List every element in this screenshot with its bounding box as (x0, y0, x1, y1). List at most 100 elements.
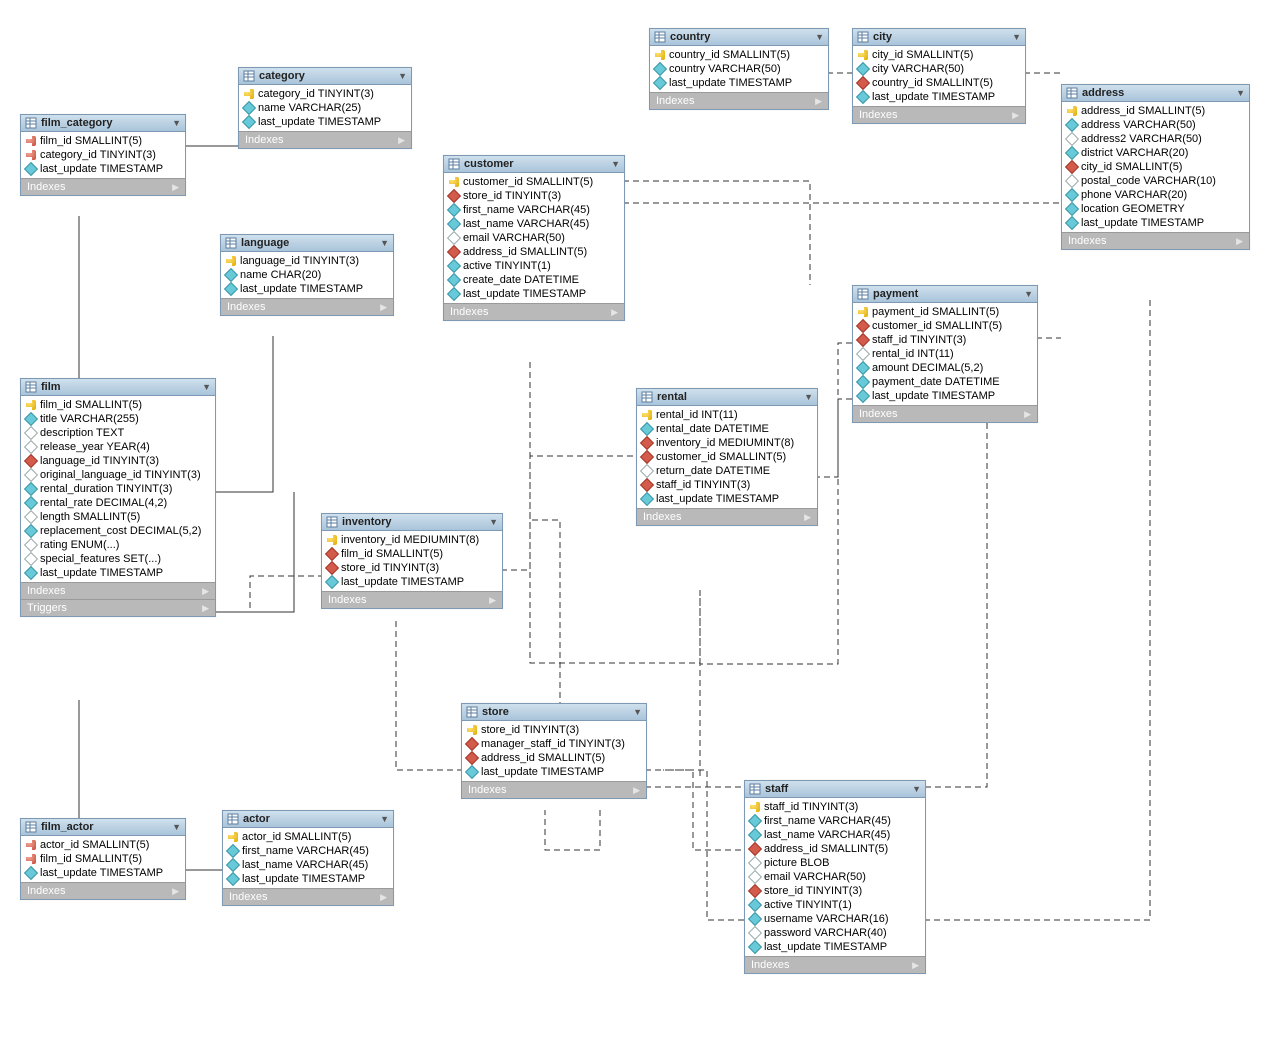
table-header[interactable]: customer▼ (444, 156, 624, 173)
column-row[interactable]: address_id SMALLINT(5) (1064, 104, 1247, 118)
indexes-section[interactable]: Indexes▶ (21, 582, 215, 599)
indexes-section[interactable]: Indexes▶ (1062, 232, 1249, 249)
column-row[interactable]: phone VARCHAR(20) (1064, 188, 1247, 202)
table-header[interactable]: category▼ (239, 68, 411, 85)
column-row[interactable]: payment_date DATETIME (855, 375, 1035, 389)
column-row[interactable]: address_id SMALLINT(5) (464, 751, 644, 765)
column-row[interactable]: address_id SMALLINT(5) (747, 842, 923, 856)
column-row[interactable]: manager_staff_id TINYINT(3) (464, 737, 644, 751)
column-row[interactable]: film_id SMALLINT(5) (23, 398, 213, 412)
column-row[interactable]: country_id SMALLINT(5) (855, 76, 1023, 90)
table-header[interactable]: film_category▼ (21, 115, 185, 132)
column-row[interactable]: last_update TIMESTAMP (241, 115, 409, 129)
column-row[interactable]: district VARCHAR(20) (1064, 146, 1247, 160)
column-row[interactable]: address2 VARCHAR(50) (1064, 132, 1247, 146)
column-row[interactable]: title VARCHAR(255) (23, 412, 213, 426)
collapse-toggle-icon[interactable]: ▼ (633, 707, 642, 717)
table-header[interactable]: store▼ (462, 704, 646, 721)
collapse-toggle-icon[interactable]: ▼ (1236, 88, 1245, 98)
table-header[interactable]: staff▼ (745, 781, 925, 798)
column-row[interactable]: country VARCHAR(50) (652, 62, 826, 76)
column-row[interactable]: actor_id SMALLINT(5) (23, 838, 183, 852)
column-row[interactable]: language_id TINYINT(3) (223, 254, 391, 268)
column-row[interactable]: rental_rate DECIMAL(4,2) (23, 496, 213, 510)
collapse-toggle-icon[interactable]: ▼ (172, 118, 181, 128)
table-store[interactable]: store▼store_id TINYINT(3)manager_staff_i… (461, 703, 647, 799)
column-row[interactable]: address_id SMALLINT(5) (446, 245, 622, 259)
indexes-section[interactable]: Indexes▶ (444, 303, 624, 320)
table-film_category[interactable]: film_category▼film_id SMALLINT(5)categor… (20, 114, 186, 196)
column-row[interactable]: country_id SMALLINT(5) (652, 48, 826, 62)
column-row[interactable]: release_year YEAR(4) (23, 440, 213, 454)
column-row[interactable]: password VARCHAR(40) (747, 926, 923, 940)
column-row[interactable]: last_name VARCHAR(45) (747, 828, 923, 842)
collapse-toggle-icon[interactable]: ▼ (380, 238, 389, 248)
collapse-toggle-icon[interactable]: ▼ (172, 822, 181, 832)
column-row[interactable]: original_language_id TINYINT(3) (23, 468, 213, 482)
collapse-toggle-icon[interactable]: ▼ (804, 392, 813, 402)
collapse-toggle-icon[interactable]: ▼ (380, 814, 389, 824)
collapse-toggle-icon[interactable]: ▼ (912, 784, 921, 794)
column-row[interactable]: last_update TIMESTAMP (225, 872, 391, 886)
column-row[interactable]: city VARCHAR(50) (855, 62, 1023, 76)
column-row[interactable]: location GEOMETRY (1064, 202, 1247, 216)
table-customer[interactable]: customer▼customer_id SMALLINT(5)store_id… (443, 155, 625, 321)
column-row[interactable]: picture BLOB (747, 856, 923, 870)
column-row[interactable]: rental_id INT(11) (855, 347, 1035, 361)
column-row[interactable]: staff_id TINYINT(3) (855, 333, 1035, 347)
column-row[interactable]: rental_date DATETIME (639, 422, 815, 436)
column-row[interactable]: language_id TINYINT(3) (23, 454, 213, 468)
collapse-toggle-icon[interactable]: ▼ (489, 517, 498, 527)
table-header[interactable]: country▼ (650, 29, 828, 46)
column-row[interactable]: store_id TINYINT(3) (747, 884, 923, 898)
column-row[interactable]: last_name VARCHAR(45) (225, 858, 391, 872)
column-row[interactable]: last_update TIMESTAMP (747, 940, 923, 954)
table-language[interactable]: language▼language_id TINYINT(3)name CHAR… (220, 234, 394, 316)
indexes-section[interactable]: Indexes▶ (239, 131, 411, 148)
column-row[interactable]: last_update TIMESTAMP (446, 287, 622, 301)
column-row[interactable]: return_date DATETIME (639, 464, 815, 478)
table-country[interactable]: country▼ country_id SMALLINT(5)country VA… (649, 28, 829, 110)
table-header[interactable]: city▼ (853, 29, 1025, 46)
column-row[interactable]: last_update TIMESTAMP (23, 566, 213, 580)
table-header[interactable]: film▼ (21, 379, 215, 396)
column-row[interactable]: last_update TIMESTAMP (639, 492, 815, 506)
column-row[interactable]: length SMALLINT(5) (23, 510, 213, 524)
table-actor[interactable]: actor▼actor_id SMALLINT(5)first_name VAR… (222, 810, 394, 906)
indexes-section[interactable]: Indexes▶ (650, 92, 828, 109)
collapse-toggle-icon[interactable]: ▼ (815, 32, 824, 42)
column-row[interactable]: email VARCHAR(50) (446, 231, 622, 245)
indexes-section[interactable]: Indexes▶ (223, 888, 393, 905)
column-row[interactable]: address VARCHAR(50) (1064, 118, 1247, 132)
column-row[interactable]: last_update TIMESTAMP (855, 90, 1023, 104)
table-header[interactable]: address▼ (1062, 85, 1249, 102)
column-row[interactable]: city_id SMALLINT(5) (1064, 160, 1247, 174)
column-row[interactable]: active TINYINT(1) (747, 898, 923, 912)
table-staff[interactable]: staff▼staff_id TINYINT(3)first_name VARC… (744, 780, 926, 974)
column-row[interactable]: postal_code VARCHAR(10) (1064, 174, 1247, 188)
column-row[interactable]: amount DECIMAL(5,2) (855, 361, 1035, 375)
column-row[interactable]: film_id SMALLINT(5) (23, 134, 183, 148)
table-inventory[interactable]: inventory▼inventory_id MEDIUMINT(8)film_… (321, 513, 503, 609)
indexes-section[interactable]: Indexes▶ (221, 298, 393, 315)
indexes-section[interactable]: Indexes▶ (21, 882, 185, 899)
column-row[interactable]: username VARCHAR(16) (747, 912, 923, 926)
table-rental[interactable]: rental▼rental_id INT(11)rental_date DATE… (636, 388, 818, 526)
column-row[interactable]: last_update TIMESTAMP (855, 389, 1035, 403)
indexes-section[interactable]: Indexes▶ (745, 956, 925, 973)
table-city[interactable]: city▼city_id SMALLINT(5)city VARCHAR(50)… (852, 28, 1026, 124)
indexes-section[interactable]: Indexes▶ (853, 405, 1037, 422)
column-row[interactable]: first_name VARCHAR(45) (446, 203, 622, 217)
column-row[interactable]: film_id SMALLINT(5) (23, 852, 183, 866)
column-row[interactable]: inventory_id MEDIUMINT(8) (639, 436, 815, 450)
column-row[interactable]: last_update TIMESTAMP (1064, 216, 1247, 230)
column-row[interactable]: create_date DATETIME (446, 273, 622, 287)
column-row[interactable]: customer_id SMALLINT(5) (639, 450, 815, 464)
table-film_actor[interactable]: film_actor▼actor_id SMALLINT(5)film_id S… (20, 818, 186, 900)
column-row[interactable]: email VARCHAR(50) (747, 870, 923, 884)
column-row[interactable]: inventory_id MEDIUMINT(8) (324, 533, 500, 547)
column-row[interactable]: film_id SMALLINT(5) (324, 547, 500, 561)
table-film[interactable]: film▼ film_id SMALLINT(5)title VARCHAR(25… (20, 378, 216, 617)
column-row[interactable]: name VARCHAR(25) (241, 101, 409, 115)
indexes-section[interactable]: Indexes▶ (462, 781, 646, 798)
